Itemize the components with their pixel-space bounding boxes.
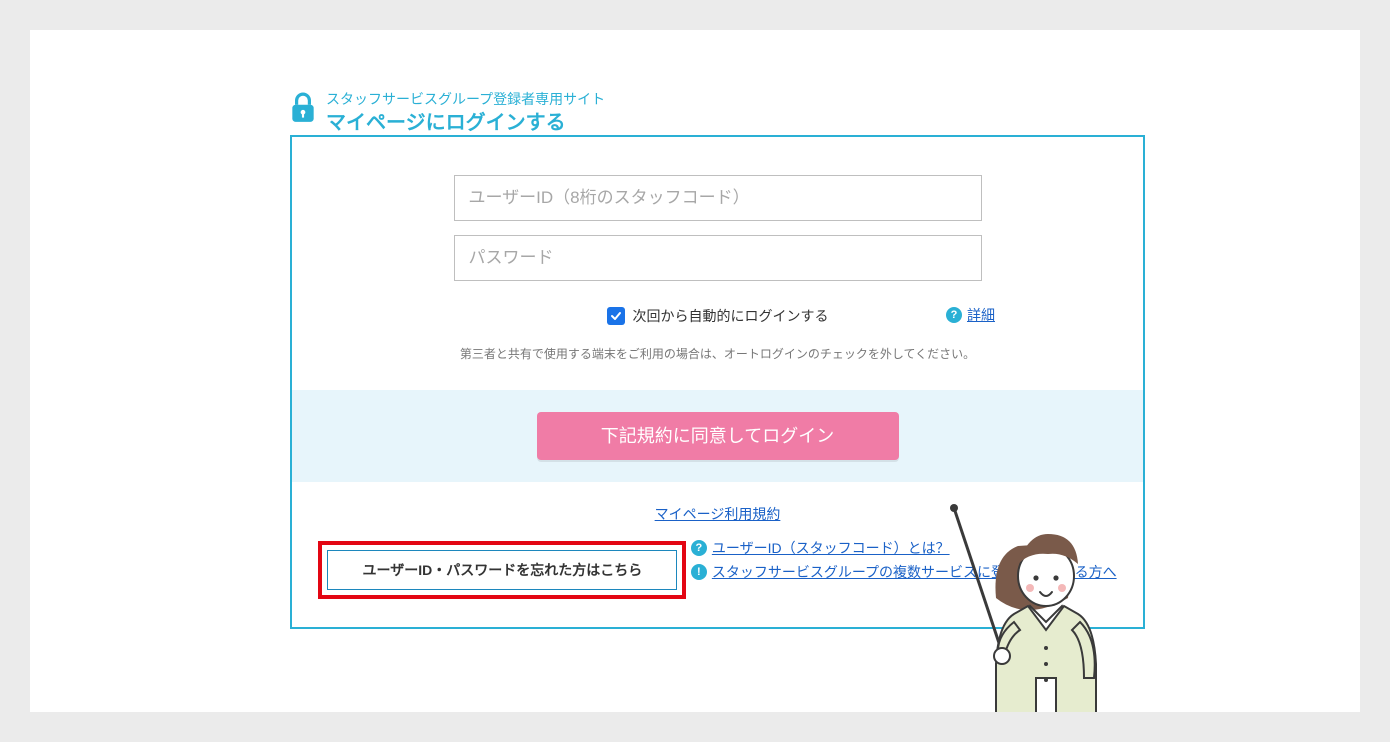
auto-login-checkbox[interactable]	[607, 307, 625, 325]
shared-terminal-note: 第三者と共有で使用する端末をご利用の場合は、オートログインのチェックを外してくだ…	[332, 345, 1103, 362]
question-icon: ?	[946, 307, 962, 323]
woman-pointer-illustration	[944, 498, 1124, 712]
password-input[interactable]	[454, 235, 982, 281]
forgot-credentials-button[interactable]: ユーザーID・パスワードを忘れた方はこちら	[327, 550, 677, 590]
detail-link[interactable]: 詳細	[967, 305, 995, 325]
forgot-highlight-frame: ユーザーID・パスワードを忘れた方はこちら	[318, 541, 686, 599]
auto-login-label: 次回から自動的にログインする	[633, 306, 829, 326]
what-is-userid-link[interactable]: ユーザーID（スタッフコード）とは？	[712, 538, 950, 558]
userid-input[interactable]	[454, 175, 982, 221]
login-button-band: 下記規約に同意してログイン	[292, 390, 1143, 482]
info-icon: !	[691, 564, 707, 580]
tos-link[interactable]: マイページ利用規約	[655, 506, 781, 522]
auto-login-row: 次回から自動的にログインする ? 詳細	[332, 305, 1103, 327]
checkmark-icon	[610, 310, 622, 322]
header-subtitle: スタッフサービスグループ登録者専用サイト	[326, 90, 605, 110]
question-icon: ?	[691, 540, 707, 556]
lock-icon	[290, 92, 316, 124]
header-title: マイページにログインする	[326, 110, 605, 136]
page-header: スタッフサービスグループ登録者専用サイト マイページにログインする	[290, 90, 605, 136]
login-button[interactable]: 下記規約に同意してログイン	[537, 412, 899, 460]
